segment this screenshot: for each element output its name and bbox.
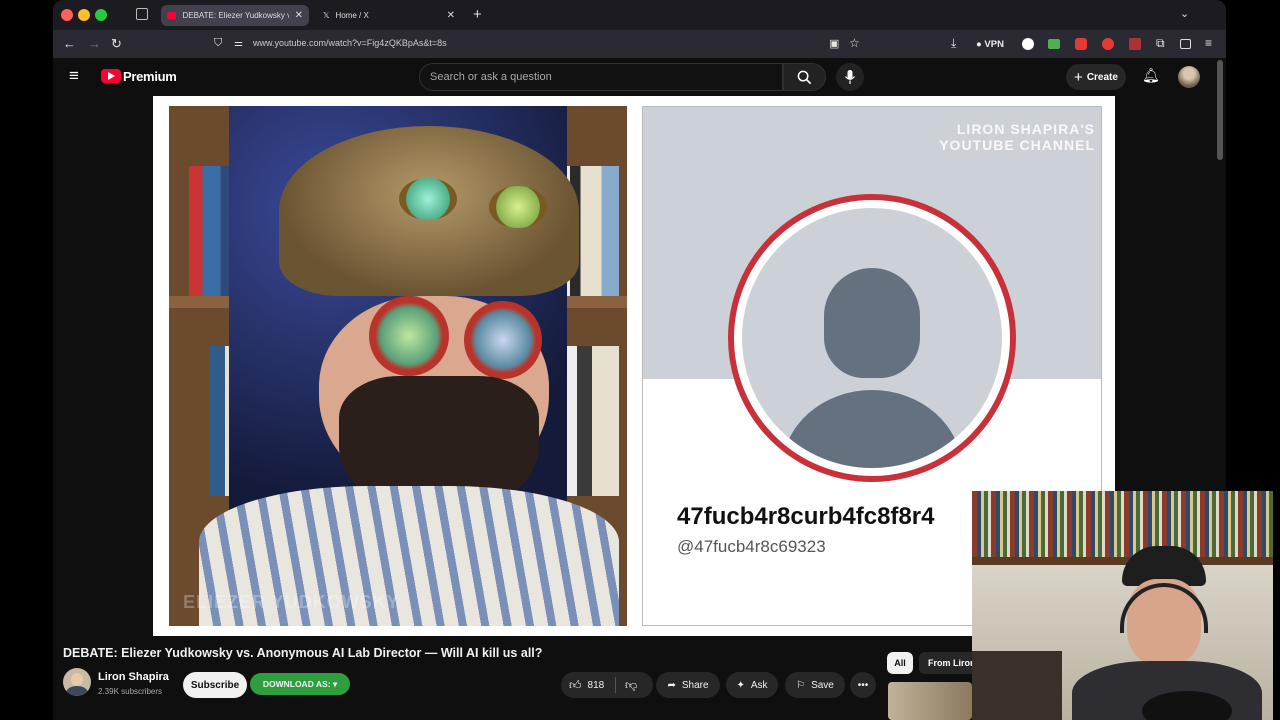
youtube-logo-icon[interactable] xyxy=(101,69,121,83)
guest-video-feed: ELIEZER YUDKOWSKY xyxy=(169,106,627,626)
create-label: Create xyxy=(1086,71,1118,83)
share-button[interactable]: ➦ Share xyxy=(656,672,720,698)
voice-search-button[interactable] xyxy=(836,63,864,91)
subscriber-count: 2.39K subscribers xyxy=(98,687,163,696)
x-favicon-icon: 𝕏 xyxy=(323,11,330,20)
shelf-board xyxy=(972,557,1273,565)
bookmark-icon: ⚐ xyxy=(796,679,806,691)
bookmark-star-icon[interactable]: ☆ xyxy=(849,36,860,50)
default-avatar xyxy=(728,194,1016,482)
profile-display-name: 47fucb4r8curb4fc8f8r4 xyxy=(677,503,935,530)
tab-bar: DEBATE: Eliezer Yudkowsky vs. ✕ 𝕏 Home /… xyxy=(53,0,1226,30)
avatar-head-icon xyxy=(824,268,920,378)
chip-from-liron[interactable]: From Liron xyxy=(919,652,979,674)
vpn-label: VPN xyxy=(984,39,1004,50)
logo-text[interactable]: Premium xyxy=(123,69,177,84)
subscribe-label: Subscribe xyxy=(190,679,240,691)
tab-x[interactable]: 𝕏 Home / X ✕ xyxy=(317,5,461,26)
search-input[interactable]: Search or ask a question xyxy=(419,63,783,91)
plus-icon: + xyxy=(1074,68,1083,86)
channel-avatar[interactable] xyxy=(63,668,91,696)
tab-overview-icon[interactable] xyxy=(136,8,148,20)
picture-icon[interactable]: ▣ xyxy=(829,37,839,50)
close-window-button[interactable] xyxy=(61,9,73,21)
create-button[interactable]: + Create xyxy=(1066,64,1126,90)
sparkle-icon: ✦ xyxy=(736,679,745,691)
save-label: Save xyxy=(811,679,834,691)
search-button[interactable] xyxy=(783,63,826,91)
channel-name[interactable]: Liron Shapira xyxy=(98,671,169,683)
youtube-header: ≡ Premium Search or ask a question + Crea… xyxy=(53,58,1226,96)
guest-name-overlay: ELIEZER YUDKOWSKY xyxy=(183,592,400,612)
tab-youtube[interactable]: DEBATE: Eliezer Yudkowsky vs. ✕ xyxy=(161,5,309,26)
streamer-webcam-overlay xyxy=(972,491,1273,720)
account-avatar[interactable] xyxy=(1178,66,1200,88)
thumbs-up-icon[interactable]: 👍︎ xyxy=(569,678,582,693)
new-tab-button[interactable]: + xyxy=(473,6,482,23)
microphone-icon xyxy=(845,70,855,84)
share-label: Share xyxy=(681,679,709,691)
extensions-puzzle-icon[interactable]: ⧉ xyxy=(1156,36,1165,51)
minimize-window-button[interactable] xyxy=(78,9,90,21)
search-placeholder: Search or ask a question xyxy=(430,71,552,83)
extension-badge-icon[interactable] xyxy=(1075,38,1087,50)
extension-c-icon[interactable] xyxy=(1022,38,1034,50)
forward-button[interactable]: → xyxy=(88,36,101,51)
chevron-down-icon[interactable]: ⌄ xyxy=(1180,7,1189,20)
scrollbar[interactable] xyxy=(1217,60,1223,160)
back-button[interactable]: ← xyxy=(63,36,76,51)
video-player[interactable]: ELIEZER YUDKOWSKY LIRON SHAPIRA'S YOUTUB… xyxy=(153,96,1115,636)
ask-button[interactable]: ✦ Ask xyxy=(726,672,778,698)
share-icon: ➦ xyxy=(667,679,676,691)
menu-icon[interactable]: ≡ xyxy=(1205,36,1212,50)
subscribe-button[interactable]: Subscribe xyxy=(183,672,247,698)
sidebar-icon[interactable] xyxy=(1180,39,1191,49)
bookshelf-books xyxy=(972,491,1273,561)
tune-icon[interactable]: ⚌ xyxy=(234,38,243,49)
download-icon[interactable]: ⤓ xyxy=(951,36,956,51)
more-dots-icon: ••• xyxy=(857,679,869,691)
profile-handle: @47fucb4r8c69323 xyxy=(677,537,826,556)
shield-icon[interactable]: ⛉ xyxy=(214,37,222,50)
url-field[interactable]: www.youtube.com/watch?v=Fig4zQKBpAs&t=8s xyxy=(253,38,447,48)
zoom-window-button[interactable] xyxy=(95,9,107,21)
youtube-favicon-icon xyxy=(167,12,177,19)
download-label: DOWNLOAD AS: ▾ xyxy=(262,678,338,689)
related-video-thumbnail[interactable] xyxy=(888,682,972,720)
ask-label: Ask xyxy=(750,679,768,691)
hat-goggle-right xyxy=(489,186,547,228)
thumbs-down-icon[interactable]: 👎︎ xyxy=(625,678,637,693)
hamburger-menu-icon[interactable]: ≡ xyxy=(69,66,79,86)
bell-icon[interactable]: 🔔︎ xyxy=(1142,67,1160,84)
books-row xyxy=(559,346,619,496)
adblock-icon[interactable] xyxy=(1102,38,1114,50)
hat-goggle-left xyxy=(399,178,457,220)
extension-green-icon[interactable] xyxy=(1048,39,1060,49)
close-tab-icon[interactable]: ✕ xyxy=(295,10,303,21)
video-title: DEBATE: Eliezer Yudkowsky vs. Anonymous … xyxy=(63,646,543,660)
address-bar-row: ← → ↻ ⛉ ⚌ www.youtube.com/watch?v=Fig4zQ… xyxy=(53,30,1226,58)
tab-label: DEBATE: Eliezer Yudkowsky vs. xyxy=(182,11,289,20)
like-count[interactable]: 818 xyxy=(588,680,605,691)
extension-grid-icon[interactable] xyxy=(1129,38,1141,50)
like-dislike-group: 👍︎ 818 👎︎ xyxy=(561,672,653,698)
channel-watermark: LIRON SHAPIRA'S YOUTUBE CHANNEL xyxy=(939,121,1095,153)
eye-goggle-left xyxy=(369,296,449,376)
eye-goggle-right xyxy=(464,301,542,379)
tab-label: Home / X xyxy=(335,11,369,20)
close-tab-icon[interactable]: ✕ xyxy=(447,10,455,21)
screen: DEBATE: Eliezer Yudkowsky vs. ✕ 𝕏 Home /… xyxy=(0,0,1280,720)
save-button[interactable]: ⚐ Save xyxy=(785,672,845,698)
vpn-button[interactable]: ● VPN xyxy=(976,39,1004,50)
chip-all[interactable]: All xyxy=(887,652,913,674)
more-actions-button[interactable]: ••• xyxy=(850,672,876,698)
search-icon xyxy=(797,70,812,84)
chair xyxy=(972,651,1062,720)
avatar-body-icon xyxy=(782,390,962,468)
download-as-button[interactable]: DOWNLOAD AS: ▾ xyxy=(250,673,350,695)
reload-button[interactable]: ↻ xyxy=(111,36,122,52)
